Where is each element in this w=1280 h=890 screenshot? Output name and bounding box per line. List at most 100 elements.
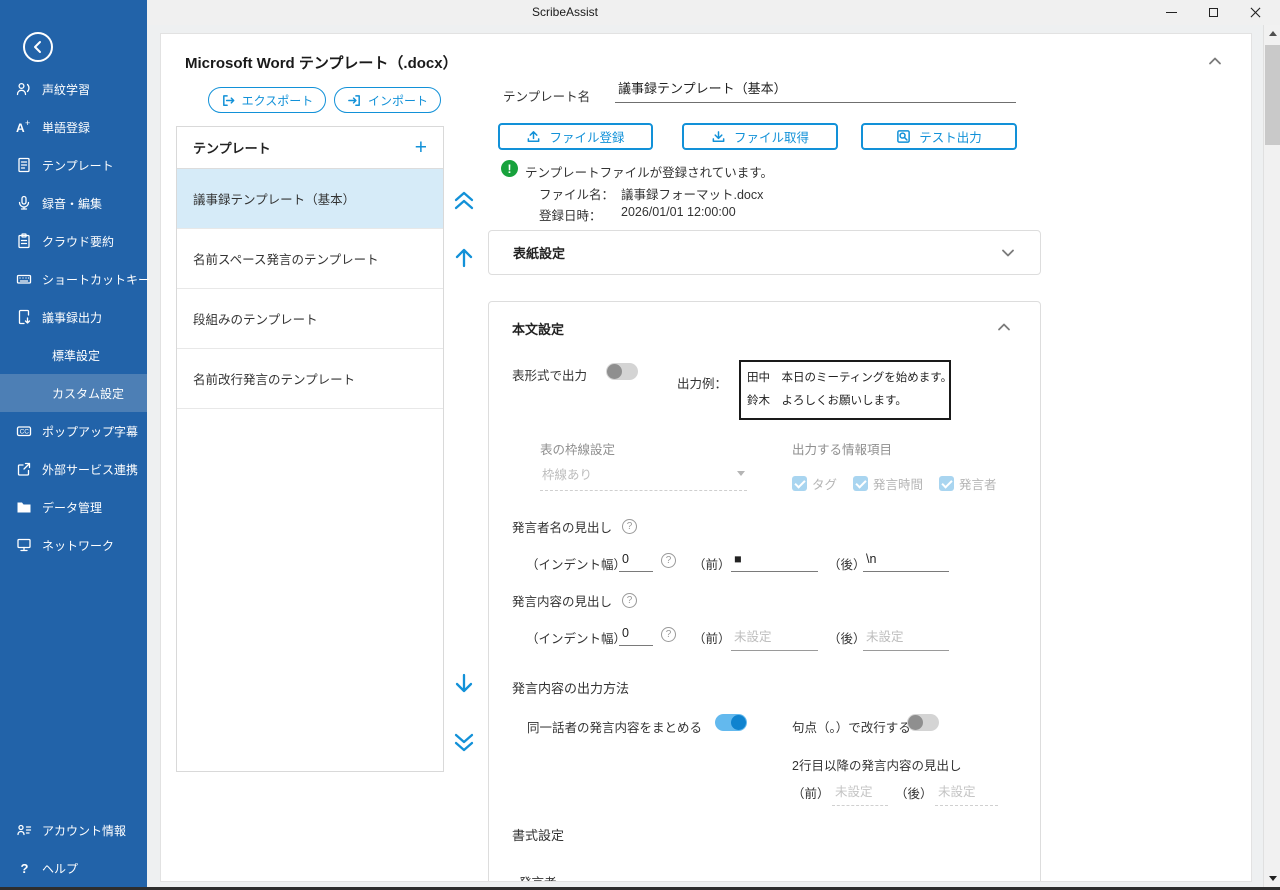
template-list-item[interactable]: 議事録テンプレート（基本）: [177, 169, 443, 229]
template-list-item[interactable]: 段組みのテンプレート: [177, 289, 443, 349]
border-style-value: 枠線あり: [542, 464, 592, 483]
file-name-value: 議事録フォーマット.docx: [621, 184, 763, 203]
body-settings-section: 本文設定 表形式で出力 出力例： 田中 本日のミーティングを始めます。 鈴木 よ…: [488, 301, 1041, 882]
folder-icon: [16, 499, 32, 515]
move-bottom-button[interactable]: [452, 731, 476, 755]
export-icon: [221, 93, 236, 108]
border-style-select[interactable]: 枠線あり: [540, 464, 747, 491]
template-list-item[interactable]: 名前スペース発言のテンプレート: [177, 229, 443, 289]
minimize-button[interactable]: [1150, 0, 1192, 25]
sidebar-item-help[interactable]: ? ヘルプ: [0, 849, 147, 887]
content-heading-label: 発言内容の見出し: [512, 591, 612, 610]
content-after-field[interactable]: 未設定: [863, 626, 949, 651]
help-circle-icon[interactable]: [622, 593, 637, 608]
export-button-label: エクスポート: [242, 92, 314, 109]
network-icon: [16, 537, 32, 553]
sidebar-item-label: テンプレート: [42, 157, 114, 174]
sidebar-item-minutes-output[interactable]: 議事録出力: [0, 298, 147, 336]
second-before-field[interactable]: 未設定: [832, 781, 888, 806]
second-line-heading-label: 2行目以降の発言内容の見出し: [792, 755, 961, 774]
sidebar-item-cloud-summary[interactable]: クラウド要約: [0, 222, 147, 260]
checkbox-tag[interactable]: タグ: [792, 474, 837, 493]
merge-speaker-toggle[interactable]: [715, 714, 747, 731]
checkbox-label: 発言時間: [873, 474, 923, 493]
output-example-box: 田中 本日のミーティングを始めます。 鈴木 よろしくお願いします。: [739, 360, 951, 420]
file-fetch-label: ファイル取得: [734, 127, 809, 146]
sidebar-item-template[interactable]: テンプレート: [0, 146, 147, 184]
sidebar-item-word-register[interactable]: A+ 単語登録: [0, 108, 147, 146]
template-list-panel: テンプレート + 議事録テンプレート（基本） 名前スペース発言のテンプレート 段…: [176, 126, 444, 772]
svg-text:CC: CC: [20, 429, 30, 436]
move-down-button[interactable]: [452, 671, 476, 695]
sidebar-item-label: ヘルプ: [42, 860, 78, 877]
speaker-before-field[interactable]: ■: [731, 552, 818, 572]
chevron-up-icon[interactable]: [996, 319, 1012, 335]
file-name-label: ファイル名：: [539, 184, 614, 203]
arrow-down-icon: [452, 671, 476, 695]
template-name-input[interactable]: [615, 80, 1016, 103]
move-top-button[interactable]: [452, 188, 476, 212]
file-fetch-button[interactable]: ファイル取得: [682, 123, 838, 150]
after-label: （後）: [828, 554, 866, 573]
checkbox-checked-icon: [853, 476, 868, 491]
template-list-item[interactable]: 名前改行発言のテンプレート: [177, 349, 443, 409]
sidebar-item-label: アカウント情報: [42, 822, 126, 839]
checkbox-speech-time[interactable]: 発言時間: [853, 474, 923, 493]
example-line: 田中 本日のミーティングを始めます。: [747, 367, 943, 390]
sidebar-item-data-management[interactable]: データ管理: [0, 488, 147, 526]
sidebar-item-popup-subtitles[interactable]: CC ポップアップ字幕: [0, 412, 147, 450]
minimize-icon: [1166, 12, 1177, 13]
word-register-icon: A+: [16, 119, 32, 135]
external-link-icon: [16, 461, 32, 477]
sidebar-item-label: 議事録出力: [42, 309, 102, 326]
period-break-toggle[interactable]: [907, 714, 939, 731]
sidebar-item-account-info[interactable]: アカウント情報: [0, 811, 147, 849]
file-register-button[interactable]: ファイル登録: [498, 123, 653, 150]
template-list-header: テンプレート +: [177, 127, 443, 169]
collapse-panel-chevron-up-icon[interactable]: [1207, 53, 1223, 69]
table-output-toggle[interactable]: [606, 363, 638, 380]
sidebar-item-external-services[interactable]: 外部サービス連携: [0, 450, 147, 488]
sidebar-item-label: 単語登録: [42, 119, 90, 136]
sidebar-item-voiceprint[interactable]: 声紋学習: [0, 70, 147, 108]
sidebar-item-standard-settings[interactable]: 標準設定: [0, 336, 147, 374]
merge-speaker-label: 同一話者の発言内容をまとめる: [527, 717, 702, 736]
speaker-after-field[interactable]: \n: [863, 552, 949, 572]
border-setting-label: 表の枠線設定: [540, 439, 615, 458]
maximize-button[interactable]: [1192, 0, 1234, 25]
sidebar-item-shortcut-keys[interactable]: ショートカットキー: [0, 260, 147, 298]
before-label: （前）: [792, 783, 830, 802]
scroll-down-button[interactable]: [1264, 870, 1280, 887]
cover-settings-section[interactable]: 表紙設定: [488, 230, 1041, 275]
sidebar-item-label: ショートカットキー: [42, 271, 150, 288]
sidebar-item-record-edit[interactable]: 録音・編集: [0, 184, 147, 222]
export-button[interactable]: エクスポート: [208, 87, 326, 113]
content-indent-field[interactable]: 0: [619, 626, 653, 646]
close-button[interactable]: [1234, 0, 1276, 25]
move-up-button[interactable]: [452, 246, 476, 270]
import-button[interactable]: インポート: [334, 87, 441, 113]
help-circle-icon[interactable]: [661, 627, 676, 642]
add-template-button[interactable]: +: [415, 137, 427, 158]
help-circle-icon[interactable]: [661, 553, 676, 568]
vertical-scrollbar[interactable]: [1263, 25, 1280, 887]
second-after-field[interactable]: 未設定: [935, 781, 998, 806]
back-button[interactable]: [23, 32, 53, 62]
content-before-field[interactable]: 未設定: [731, 626, 818, 651]
chevron-down-icon[interactable]: [1000, 245, 1016, 261]
checkbox-speaker[interactable]: 発言者: [939, 474, 997, 493]
triangle-down-icon: [1269, 876, 1277, 881]
scrollbar-thumb[interactable]: [1265, 45, 1280, 145]
sidebar-item-custom-settings[interactable]: カスタム設定: [0, 374, 147, 412]
checkbox-label: 発言者: [959, 474, 997, 493]
help-circle-icon[interactable]: [622, 519, 637, 534]
svg-text:?: ?: [21, 861, 29, 876]
arrow-up-icon: [452, 246, 476, 270]
scroll-up-button[interactable]: [1264, 25, 1280, 42]
test-output-button[interactable]: テスト出力: [861, 123, 1017, 150]
after-label: （後）: [828, 628, 866, 647]
sidebar-item-network[interactable]: ネットワーク: [0, 526, 147, 564]
speaker-indent-field[interactable]: 0: [619, 552, 653, 572]
maximize-icon: [1209, 8, 1218, 17]
main-content: Microsoft Word テンプレート（.docx） エクスポート インポー…: [160, 33, 1252, 882]
